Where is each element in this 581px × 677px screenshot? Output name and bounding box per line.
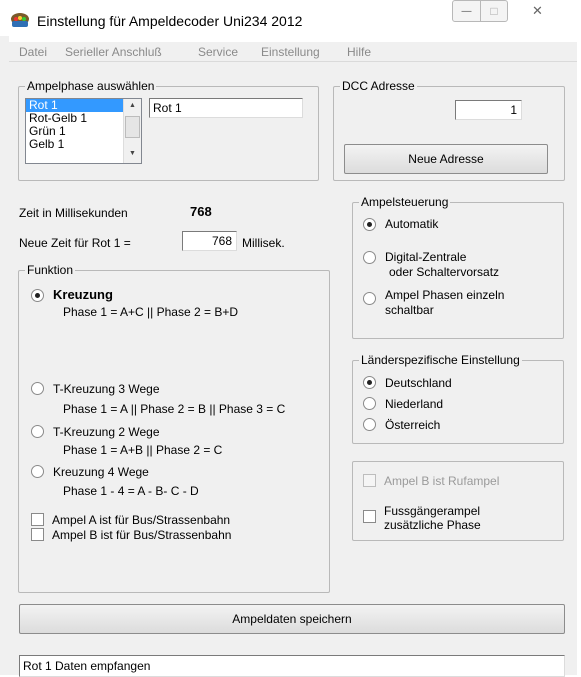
kreuzung-4-detail: Phase 1 - 4 = A - B- C - D [63,484,199,498]
laender-group: Länderspezifische Einstellung [352,353,564,444]
kreuzung-label[interactable]: Kreuzung [53,288,113,302]
laender-title: Länderspezifische Einstellung [359,353,522,367]
kreuzung-detail: Phase 1 = A+C || Phase 2 = B+D [63,305,239,319]
time-label: Zeit in Millisekunden [19,206,128,220]
checkbox-fussgaenger[interactable] [363,510,376,523]
save-button[interactable]: Ampeldaten speichern [19,604,565,634]
status-field[interactable]: Rot 1 Daten empfangen [19,655,565,677]
new-time-field[interactable]: 768 [182,231,237,251]
new-time-label: Neue Zeit für Rot 1 = [19,236,131,250]
ampel-b-bus-label[interactable]: Ampel B ist für Bus/Strassenbahn [52,528,231,542]
ampel-a-bus-label[interactable]: Ampel A ist für Bus/Strassenbahn [52,513,230,527]
radio-digital-zentrale[interactable] [363,251,376,264]
menu-einstellung[interactable]: Einstellung [261,45,320,59]
oesterreich-label[interactable]: Österreich [385,418,440,432]
minimize-icon: — [461,5,472,17]
digital-zentrale-label[interactable]: Digital-Zentrale [385,250,466,264]
maximize-button[interactable]: □ [480,0,508,22]
close-icon: ✕ [532,3,543,18]
t-kreuzung-3-label[interactable]: T-Kreuzung 3 Wege [53,382,160,396]
menu-hilfe[interactable]: Hilfe [347,45,371,59]
window-frame-left [0,36,9,675]
dcc-title: DCC Adresse [340,79,417,93]
phase-name-field[interactable]: Rot 1 [149,98,303,118]
radio-deutschland[interactable] [363,376,376,389]
scroll-thumb[interactable] [125,116,140,138]
radio-automatik[interactable] [363,218,376,231]
deutschland-label[interactable]: Deutschland [385,376,452,390]
t-kreuzung-3-detail: Phase 1 = A || Phase 2 = B || Phase 3 = … [63,402,286,416]
t-kreuzung-2-label[interactable]: T-Kreuzung 2 Wege [53,425,160,439]
radio-t-kreuzung-2[interactable] [31,425,44,438]
fussgaenger-label[interactable]: Fussgängerampel [384,504,480,518]
scroll-down-icon[interactable]: ▼ [129,150,136,157]
time-unit: Millisek. [242,236,285,250]
checkbox-ampel-b-bus[interactable] [31,528,44,541]
menu-service[interactable]: Service [198,45,238,59]
menu-serieller-anschluss[interactable]: Serieller Anschluß [65,45,162,59]
radio-niederland[interactable] [363,397,376,410]
fussgaenger-label-2[interactable]: zusätzliche Phase [384,518,481,532]
close-button[interactable]: ✕ [515,0,560,22]
menu-datei[interactable]: Datei [19,45,47,59]
checkbox-rufampel[interactable] [363,474,376,487]
kreuzung-4-label[interactable]: Kreuzung 4 Wege [53,465,149,479]
menu-bar: Datei Serieller Anschluß Service Einstel… [9,42,577,62]
title-bar: Einstellung für Ampeldecoder Uni234 2012… [0,0,581,42]
app-icon [11,13,29,27]
scroll-up-icon[interactable]: ▲ [129,102,136,109]
minimize-button[interactable]: — [452,0,481,22]
new-address-button[interactable]: Neue Adresse [344,144,548,174]
rufampel-label[interactable]: Ampel B ist Rufampel [384,474,499,488]
phasen-einzeln-label-2[interactable]: schaltbar [385,303,434,317]
radio-kreuzung-4[interactable] [31,465,44,478]
radio-oesterreich[interactable] [363,418,376,431]
radio-t-kreuzung-3[interactable] [31,382,44,395]
dcc-address-field[interactable]: 1 [455,100,522,120]
ampelphase-list[interactable]: Rot 1 Rot-Gelb 1 Grün 1 Gelb 1 ▲ ▼ [25,98,142,164]
time-value: 768 [190,204,212,219]
window-title: Einstellung für Ampeldecoder Uni234 2012 [37,13,303,29]
funktion-title: Funktion [25,263,76,277]
niederland-label[interactable]: Niederland [385,397,443,411]
phasen-einzeln-label[interactable]: Ampel Phasen einzeln [385,288,504,302]
checkbox-ampel-a-bus[interactable] [31,513,44,526]
list-scrollbar[interactable]: ▲ ▼ [123,99,141,163]
t-kreuzung-2-detail: Phase 1 = A+B || Phase 2 = C [63,443,223,457]
ampelsteuerung-title: Ampelsteuerung [359,195,451,209]
radio-kreuzung[interactable] [31,289,44,302]
ampelphase-title: Ampelphase auswählen [25,79,157,93]
digital-zentrale-label-2[interactable]: oder Schaltervorsatz [389,265,499,279]
maximize-icon: □ [490,4,498,18]
automatik-label[interactable]: Automatik [385,217,438,231]
radio-phasen-einzeln[interactable] [363,292,376,305]
